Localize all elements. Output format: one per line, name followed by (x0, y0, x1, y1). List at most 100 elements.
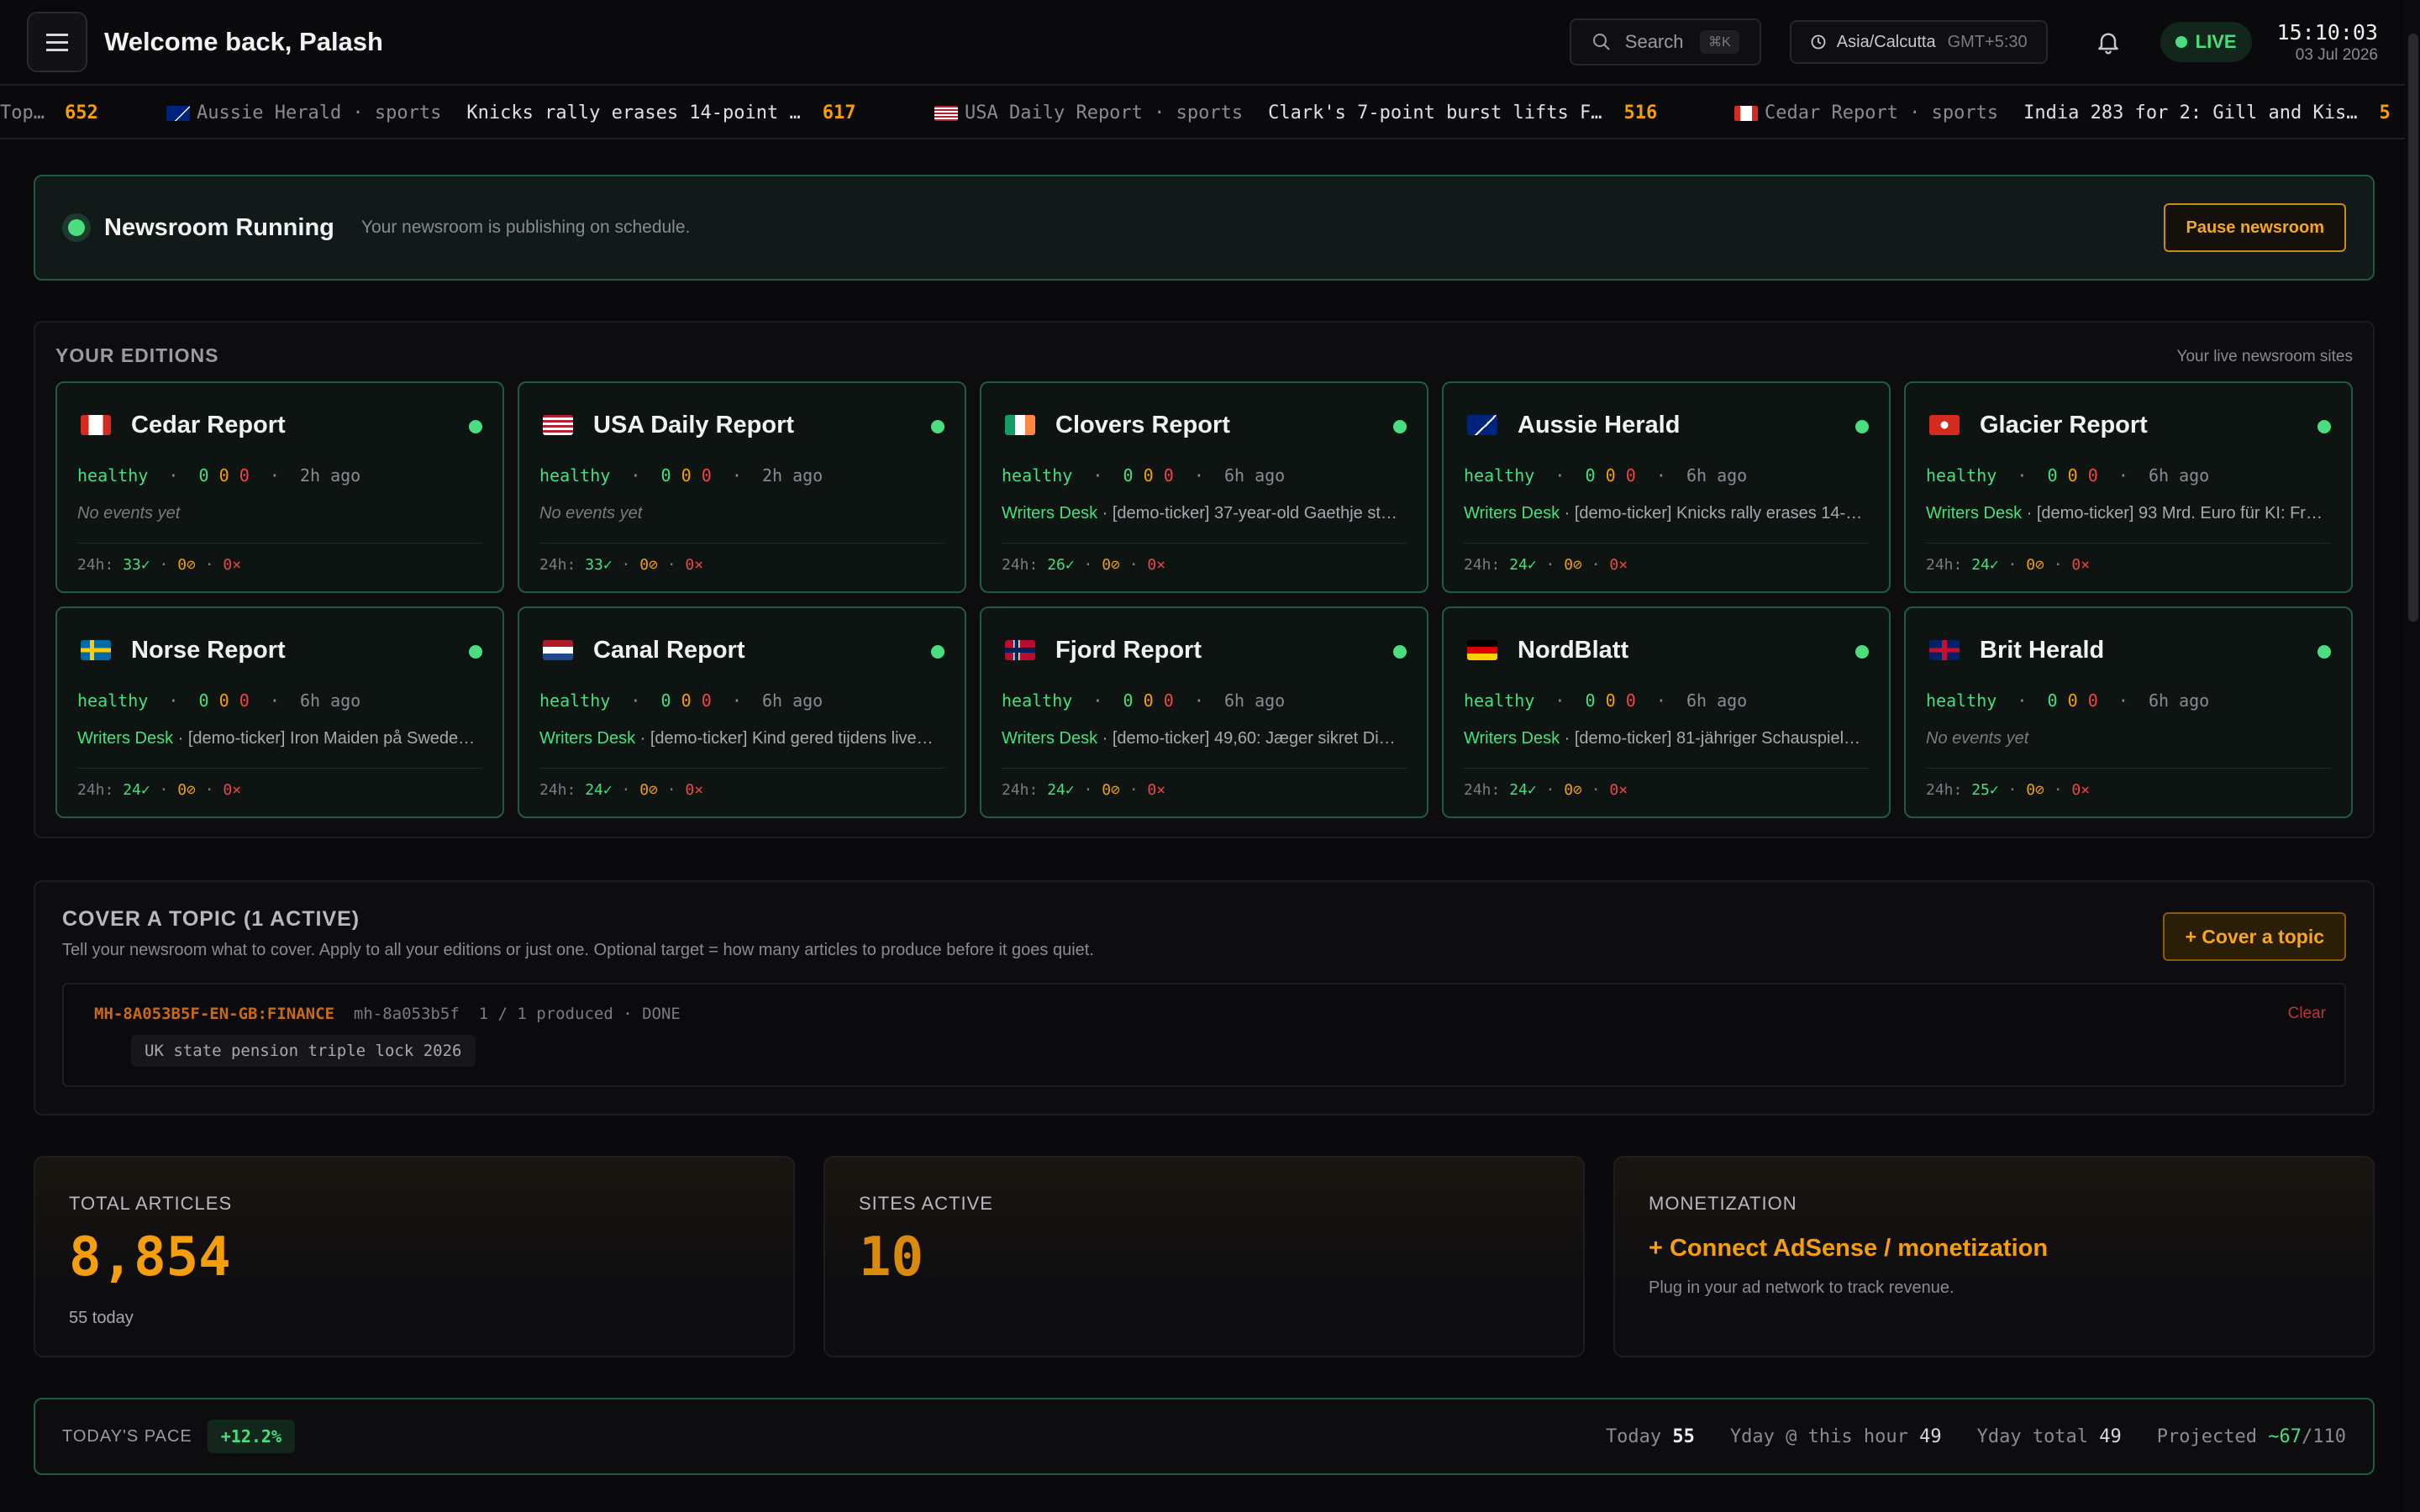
topic-id: MH-8A053B5F-EN-GB:FINANCE (94, 1005, 334, 1023)
live-dot-icon (2175, 36, 2187, 48)
ticker-headline: Clark's 7-point burst lifts F… (1268, 102, 1602, 123)
status-dot-icon (469, 645, 482, 659)
topic-query-chip: UK state pension triple lock 2026 (131, 1035, 476, 1067)
flag-ca-icon (81, 415, 111, 435)
edition-24h-stats: 24h: 24✓ · 0⊘ · 0× (77, 781, 242, 799)
editions-heading: YOUR EDITIONS (55, 344, 219, 366)
edition-24h-stats: 24h: 24✓ · 0⊘ · 0× (539, 781, 704, 799)
search-button[interactable]: Search ⌘K (1569, 18, 1761, 66)
clear-topic-link[interactable]: Clear (2288, 1005, 2326, 1023)
edition-card[interactable]: USA Daily Report healthy · 0 0 0 · 2h ago… (518, 381, 966, 593)
flag-au-icon (166, 106, 190, 121)
timezone-offset: GMT+5:30 (1947, 32, 2028, 51)
pause-newsroom-button[interactable]: Pause newsroom (2164, 203, 2346, 252)
last-event: Writers Desk · [demo-ticker] Kind gered … (539, 729, 934, 748)
pace-change-badge: +12.2% (207, 1420, 295, 1453)
edition-card[interactable]: Fjord Report healthy · 0 0 0 · 6h ago Writ… (980, 606, 1428, 818)
edition-card[interactable]: Norse Report healthy · 0 0 0 · 6h ago Writ… (55, 606, 504, 818)
last-event: Writers Desk · [demo-ticker] 49,60: Jæge… (1002, 729, 1396, 748)
monetization-card: MONETIZATION + Connect AdSense / monetiz… (1613, 1156, 2375, 1357)
flag-de-icon (1467, 640, 1497, 660)
edition-name: Cedar Report (131, 412, 286, 438)
topic-progress: 1 / 1 produced (478, 1005, 613, 1023)
flag-au-icon (1467, 415, 1497, 435)
divider (77, 768, 482, 769)
edition-24h-stats: 24h: 24✓ · 0⊘ · 0× (1926, 556, 2091, 574)
topic-state: DONE (642, 1005, 681, 1023)
timezone-selector[interactable]: Asia/Calcutta GMT+5:30 (1789, 20, 2048, 64)
edition-health: healthy · 0 0 0 · 6h ago (77, 690, 361, 711)
edition-24h-stats: 24h: 33✓ · 0⊘ · 0× (539, 556, 704, 574)
edition-card[interactable]: Glacier Report healthy · 0 0 0 · 6h ago Wr… (1904, 381, 2353, 593)
notifications-button[interactable] (2091, 25, 2125, 59)
last-event: No events yet (77, 504, 181, 522)
sites-active-label: SITES ACTIVE (859, 1193, 993, 1214)
search-shortcut: ⌘K (1700, 30, 1739, 54)
edition-card[interactable]: Brit Herald healthy · 0 0 0 · 6h ago No ev… (1904, 606, 2353, 818)
ticker-item[interactable]: Aussie Herald · sports Knicks rally erase… (166, 87, 856, 138)
connect-adsense-link[interactable]: + Connect AdSense / monetization (1649, 1235, 2048, 1263)
search-label: Search (1624, 31, 1684, 52)
sites-active-value: 10 (859, 1226, 924, 1289)
edition-health: healthy · 0 0 0 · 6h ago (1002, 690, 1286, 711)
ticker-item[interactable]: Top… 652 (0, 87, 98, 138)
last-event: Writers Desk · [demo-ticker] 81-jähriger… (1464, 729, 1861, 748)
pace-projected: Projected ~67/110 (2156, 1425, 2346, 1447)
last-event: Writers Desk · [demo-ticker] Iron Maiden… (77, 729, 476, 748)
flag-us-icon (934, 106, 958, 121)
edition-card[interactable]: Aussie Herald healthy · 0 0 0 · 6h ago Wri… (1442, 381, 1891, 593)
edition-card[interactable]: Clovers Report healthy · 0 0 0 · 6h ago Wr… (980, 381, 1428, 593)
topic-heading: COVER A TOPIC (1 ACTIVE) (62, 907, 360, 931)
edition-name: NordBlatt (1518, 637, 1629, 664)
edition-24h-stats: 24h: 26✓ · 0⊘ · 0× (1002, 556, 1166, 574)
flag-nl-icon (543, 640, 573, 660)
edition-24h-stats: 24h: 33✓ · 0⊘ · 0× (77, 556, 242, 574)
ticker-source: USA Daily Report · sports (965, 102, 1244, 123)
edition-card[interactable]: Canal Report healthy · 0 0 0 · 6h ago Writ… (518, 606, 966, 818)
ticker-count: 617 (822, 102, 856, 123)
edition-health: healthy · 0 0 0 · 6h ago (1926, 690, 2210, 711)
ticker-item[interactable]: Cedar Report · sports India 283 for 2: Gi… (1734, 87, 2391, 138)
edition-card[interactable]: NordBlatt healthy · 0 0 0 · 6h ago Writers… (1442, 606, 1891, 818)
last-event: No events yet (539, 504, 643, 522)
cover-topic-button[interactable]: + Cover a topic (2163, 912, 2346, 961)
total-articles-today: 55 today (69, 1309, 134, 1327)
edition-24h-stats: 24h: 24✓ · 0⊘ · 0× (1464, 781, 1628, 799)
edition-card[interactable]: Cedar Report healthy · 0 0 0 · 2h ago No e… (55, 381, 504, 593)
edition-health: healthy · 0 0 0 · 6h ago (1002, 465, 1286, 486)
top-header: Welcome back, Palash Search ⌘K Asia/Calc… (0, 0, 2405, 86)
clock: 15:10:03 03 Jul 2026 (2277, 20, 2378, 65)
scrollbar-thumb[interactable] (2408, 34, 2418, 622)
flag-ch-icon (1929, 415, 1960, 435)
pace-yday-total: Yday total 49 (1976, 1425, 2122, 1447)
status-dot-icon (469, 420, 482, 433)
last-event: Writers Desk · [demo-ticker] Knicks rall… (1464, 504, 1863, 522)
edition-health: healthy · 0 0 0 · 2h ago (539, 465, 823, 486)
timezone-name: Asia/Calcutta (1836, 32, 1936, 51)
topic-item: MH-8A053B5F-EN-GB:FINANCE mh-8a053b5f 1 … (62, 983, 2346, 1087)
edition-name: USA Daily Report (593, 412, 795, 438)
status-title: Newsroom Running (104, 213, 334, 241)
edition-name: Aussie Herald (1518, 412, 1681, 438)
edition-name: Fjord Report (1055, 637, 1202, 664)
divider (1002, 768, 1407, 769)
clock-date: 03 Jul 2026 (2295, 45, 2378, 64)
edition-health: healthy · 0 0 0 · 6h ago (1464, 465, 1748, 486)
edition-24h-stats: 24h: 25✓ · 0⊘ · 0× (1926, 781, 2091, 799)
scrollbar[interactable] (2405, 0, 2420, 1512)
menu-button[interactable] (27, 12, 87, 72)
pace-yday-hour: Yday @ this hour 49 (1729, 1425, 1942, 1447)
flag-us-icon (543, 415, 573, 435)
status-dot-icon (2317, 645, 2331, 659)
last-event: Writers Desk · [demo-ticker] 93 Mrd. Eur… (1926, 504, 2323, 522)
divider (1464, 768, 1869, 769)
ticker-item[interactable]: USA Daily Report · sports Clark's 7-point… (934, 87, 1657, 138)
topic-subtitle: Tell your newsroom what to cover. Apply … (62, 941, 1094, 959)
ticker-source: Top… (0, 102, 45, 123)
status-dot-icon (1393, 420, 1407, 433)
flag-se-icon (81, 640, 111, 660)
welcome-title: Welcome back, Palash (104, 27, 383, 56)
edition-24h-stats: 24h: 24✓ · 0⊘ · 0× (1464, 556, 1628, 574)
monetization-label: MONETIZATION (1649, 1193, 1797, 1214)
monetization-subtitle: Plug in your ad network to track revenue… (1649, 1278, 1954, 1297)
